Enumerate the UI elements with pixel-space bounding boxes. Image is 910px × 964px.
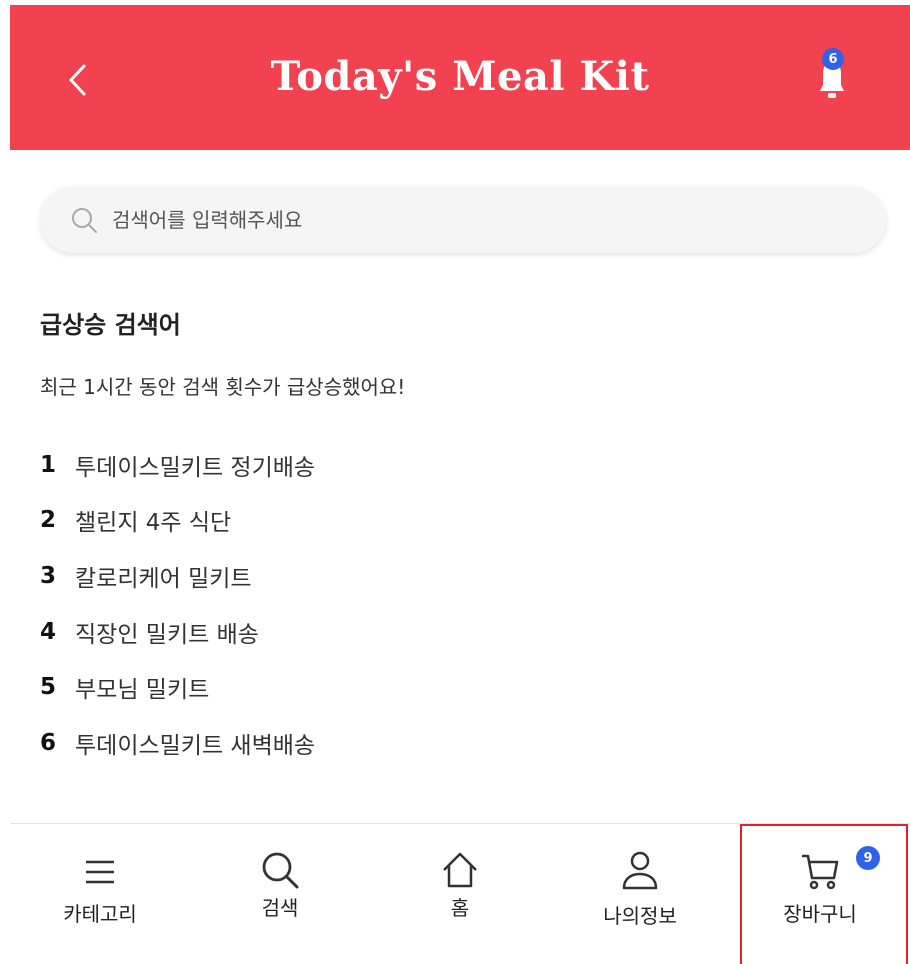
rank-number: 2 (40, 507, 57, 534)
rank-number: 4 (40, 618, 57, 645)
trending-title: 급상승 검색어 (40, 311, 181, 339)
nav-item-category[interactable]: 카테고리 (10, 824, 190, 961)
trending-item[interactable]: 4 직장인 밀키트 배송 (40, 604, 315, 660)
home-icon (443, 852, 477, 888)
trending-item[interactable]: 1 투데이스밀키트 정기배송 (40, 437, 315, 493)
nav-label: 카테고리 (63, 902, 137, 926)
page-title: Today's Meal Kit (270, 53, 650, 100)
rank-keyword: 투데이스밀키트 정기배송 (75, 454, 316, 481)
trending-list: 1 투데이스밀키트 정기배송 2 챌린지 4주 식단 3 칼로리케어 밀키트 4… (40, 437, 315, 771)
rank-number: 3 (40, 562, 57, 589)
selection-highlight (740, 824, 908, 964)
rank-number: 5 (40, 674, 57, 701)
search-input[interactable] (110, 207, 814, 233)
rank-keyword: 투데이스밀키트 새벽배송 (75, 732, 316, 759)
app-frame: Today's Meal Kit 6 급상승 검색어 최근 1시간 동안 검색 … (10, 5, 910, 964)
nav-label: 홈 (450, 896, 470, 920)
trending-description: 최근 1시간 동안 검색 횟수가 급상승했어요! (40, 375, 406, 399)
rank-number: 6 (40, 729, 57, 756)
nav-label: 나의정보 (603, 904, 677, 928)
header-bar: Today's Meal Kit (10, 5, 910, 150)
rank-keyword: 부모님 밀키트 (75, 677, 210, 704)
user-icon (622, 851, 658, 890)
rank-keyword: 직장인 밀키트 배송 (75, 621, 259, 648)
rank-number: 1 (40, 451, 57, 478)
nav-item-home[interactable]: 홈 (370, 824, 550, 961)
nav-item-profile[interactable]: 나의정보 (550, 824, 730, 961)
menu-icon (86, 860, 114, 884)
notification-badge: 6 (822, 48, 844, 70)
trending-item[interactable]: 5 부모님 밀키트 (40, 659, 315, 715)
trending-item[interactable]: 6 투데이스밀키트 새벽배송 (40, 715, 315, 771)
search-icon (72, 208, 97, 233)
nav-label: 검색 (261, 896, 299, 920)
trending-item[interactable]: 2 챌린지 4주 식단 (40, 493, 315, 549)
search-icon (262, 852, 299, 889)
nav-item-search[interactable]: 검색 (190, 824, 370, 961)
rank-keyword: 칼로리케어 밀키트 (75, 565, 252, 592)
search-bar[interactable] (40, 187, 886, 253)
trending-item[interactable]: 3 칼로리케어 밀키트 (40, 548, 315, 604)
rank-keyword: 챌린지 4주 식단 (75, 510, 232, 537)
